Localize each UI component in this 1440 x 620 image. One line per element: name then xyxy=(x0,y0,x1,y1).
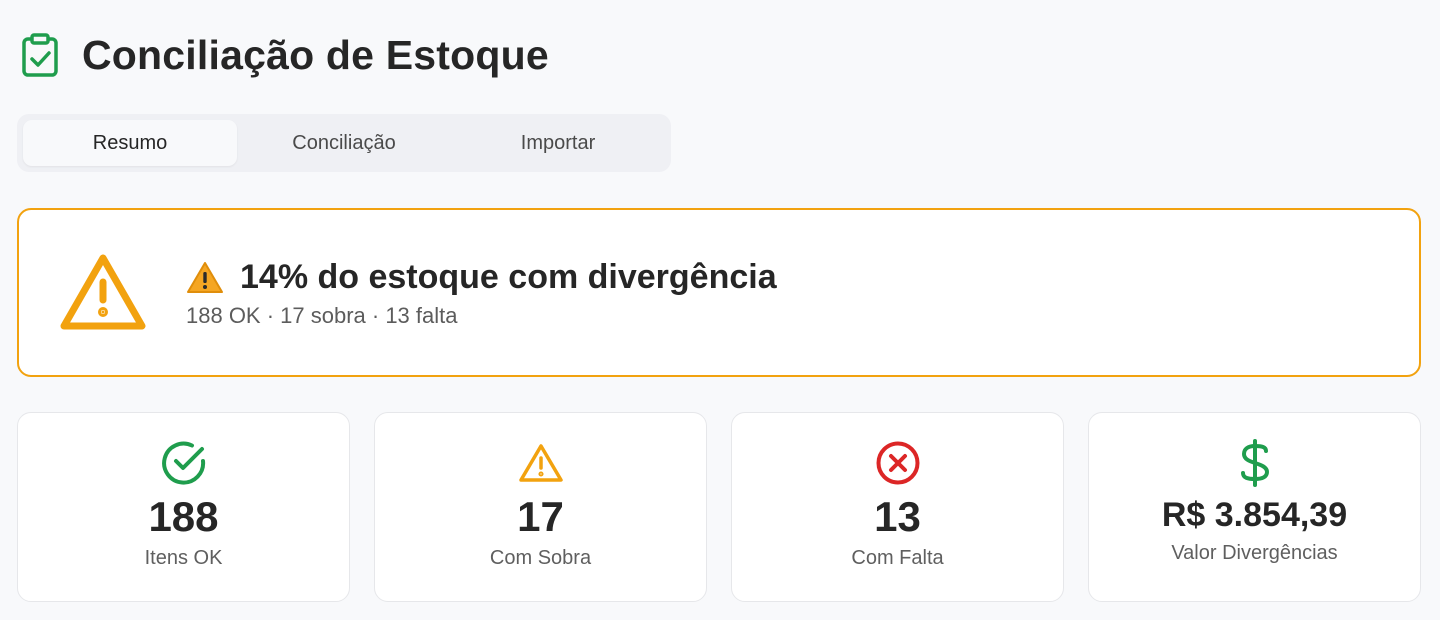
tab-importar[interactable]: Importar xyxy=(451,120,665,166)
card-itens-ok: 188 Itens OK xyxy=(17,412,350,602)
card-label: Com Sobra xyxy=(489,547,592,570)
card-value: 13 xyxy=(874,493,921,540)
warning-triangle-icon xyxy=(517,439,565,487)
divergence-alert: 14% do estoque com divergência 188 OK · … xyxy=(17,208,1421,377)
clipboard-check-icon xyxy=(20,32,60,78)
card-com-falta: 13 Com Falta xyxy=(731,412,1064,602)
warning-emoji-icon xyxy=(186,261,224,295)
card-valor-divergencias: R$ 3.854,39 Valor Divergências xyxy=(1088,412,1421,602)
dollar-icon xyxy=(1231,439,1279,487)
alert-text: 14% do estoque com divergência 188 OK · … xyxy=(186,258,777,329)
page-header: Conciliação de Estoque xyxy=(20,30,549,80)
x-circle-icon xyxy=(874,439,922,487)
tab-resumo[interactable]: Resumo xyxy=(23,120,237,166)
card-label: Itens OK xyxy=(144,547,223,570)
card-label: Com Falta xyxy=(851,547,944,570)
alert-title: 14% do estoque com divergência xyxy=(240,258,777,296)
alert-title-row: 14% do estoque com divergência xyxy=(186,258,777,297)
tab-conciliacao[interactable]: Conciliação xyxy=(237,120,451,166)
card-value: R$ 3.854,39 xyxy=(1161,496,1348,534)
card-value: 188 xyxy=(148,493,219,540)
card-value: 17 xyxy=(517,493,564,540)
page-title: Conciliação de Estoque xyxy=(82,31,549,78)
card-label: Valor Divergências xyxy=(1171,542,1338,565)
card-com-sobra: 17 Com Sobra xyxy=(374,412,707,602)
check-circle-icon xyxy=(160,439,208,487)
tab-bar: Resumo Conciliação Importar xyxy=(17,114,671,172)
alert-subtitle: 188 OK · 17 sobra · 13 falta xyxy=(186,303,458,328)
warning-triangle-icon xyxy=(59,252,147,334)
summary-cards: 188 Itens OK 17 Com Sobra 13 Com Falta R… xyxy=(17,412,1421,602)
